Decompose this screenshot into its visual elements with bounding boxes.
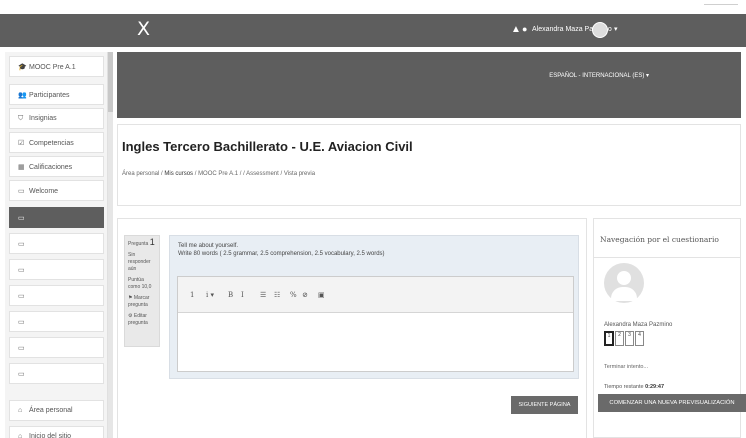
sidebar-item[interactable]: ⌂ Área personal	[9, 400, 104, 421]
site-brand[interactable]: X	[137, 18, 150, 40]
answer-editor[interactable]: 1 i ▾ B I ☰ ☷% ⊘ ▣	[177, 276, 574, 372]
sidebar-item[interactable]: ⛉ Insignias	[9, 108, 104, 129]
question-status: Sin responder aún	[128, 252, 151, 272]
folder-icon: ▭	[18, 319, 25, 326]
scrollbar-thumb[interactable]	[108, 52, 113, 112]
sidebar-item[interactable]: ▦ Calificaciones	[9, 156, 104, 177]
question-nav-button[interactable]: 3	[625, 331, 634, 346]
sidebar-item-label: Calificaciones	[29, 164, 73, 171]
numbered-list-icon[interactable]: ☷	[274, 288, 280, 302]
sidebar-item[interactable]: 🎓 MOOC Pre A.1	[9, 56, 104, 77]
unlink-icon[interactable]: ⊘	[302, 288, 308, 302]
page-header: Ingles Tercero Bachillerato - U.E. Aviac…	[117, 124, 741, 206]
timer-label: Tiempo restante	[604, 384, 644, 390]
bullet-list-icon[interactable]: ☰	[260, 288, 266, 302]
chat-icon[interactable]: ●	[522, 24, 527, 34]
course-banner: ESPAÑOL - INTERNACIONAL (ES) ▾	[117, 52, 741, 118]
flag-question-link[interactable]: ⚑ Marcar pregunta	[128, 295, 156, 309]
sidebar-item[interactable]: ☑ Competencias	[9, 132, 104, 153]
sidebar-item[interactable]: ▭	[9, 207, 104, 228]
folder-icon: ▭	[18, 371, 25, 378]
question-nav-button[interactable]: 2	[615, 331, 624, 346]
sidebar-item-label: Inicio del sitio	[29, 433, 72, 438]
sidebar-item[interactable]: ▭	[9, 233, 104, 254]
user-picture	[604, 263, 644, 303]
page-title: Ingles Tercero Bachillerato - U.E. Aviac…	[122, 139, 413, 154]
paragraph-icon[interactable]: 1	[190, 288, 194, 302]
quiz-area: Pregunta 1 Sin responder aún Puntúa como…	[117, 218, 587, 438]
sidebar-item-label: MOOC Pre A.1	[29, 64, 76, 71]
folder-icon: ▭	[18, 345, 25, 352]
check-square-icon: ☑	[18, 140, 25, 147]
divider	[594, 257, 740, 258]
sidebar-item-label: Área personal	[29, 407, 73, 414]
sidebar-item[interactable]: ▭	[9, 311, 104, 332]
chevron-down-icon[interactable]: ▾	[614, 25, 618, 33]
sidebar-item[interactable]: ▭	[9, 337, 104, 358]
info-icon[interactable]: i ▾	[206, 288, 214, 302]
editor-toolbar: 1 i ▾ B I ☰ ☷% ⊘ ▣	[178, 277, 573, 313]
finish-attempt-link[interactable]: Terminar intento...	[604, 364, 648, 370]
question-content: Tell me about yourself. Write 80 words (…	[169, 235, 579, 379]
window-edge-line	[704, 4, 738, 5]
sidebar-item[interactable]: ▭	[9, 259, 104, 280]
question-number: 1	[149, 237, 155, 247]
bold-icon[interactable]: B	[228, 288, 233, 302]
bell-icon[interactable]: ▲	[511, 24, 521, 35]
sidebar-item[interactable]: ▭	[9, 363, 104, 384]
breadcrumb-item[interactable]: Área personal	[122, 171, 159, 177]
folder-icon: ▭	[18, 241, 25, 248]
top-navbar: X ▲ ● Alexandra Maza Pazmino ▾	[0, 14, 746, 47]
breadcrumb-item[interactable]: Assessment	[246, 171, 279, 177]
sidebar-item-label: Insignias	[29, 115, 57, 122]
sidebar-item-label: Competencias	[29, 140, 74, 147]
link-icon[interactable]: %	[290, 288, 297, 302]
edit-question-link[interactable]: ⚙ Editar pregunta	[128, 313, 156, 327]
breadcrumb-item[interactable]: MOOC Pre A.1	[198, 171, 238, 177]
question-info: Pregunta 1 Sin responder aún Puntúa como…	[124, 235, 160, 347]
prompt-line: Tell me about yourself.	[178, 243, 239, 249]
sidebar-scrollbar[interactable]	[108, 52, 113, 438]
question-nav-button[interactable]: 1	[604, 331, 614, 346]
breadcrumb: Área personal / Mis cursos / MOOC Pre A.…	[122, 171, 315, 177]
question-marks: Puntúa como 10,0	[128, 277, 152, 290]
breadcrumb-item[interactable]: Mis cursos	[164, 171, 193, 177]
sidebar-item[interactable]: 👥 Participantes	[9, 84, 104, 105]
next-page-button[interactable]: SIGUIENTE PÁGINA	[511, 396, 578, 414]
sidebar: 🎓 MOOC Pre A.1 👥 Participantes ⛉ Insignias ☑ Co…	[5, 52, 108, 438]
graduation-cap-icon: 🎓	[18, 64, 27, 71]
sidebar-item-label: Participantes	[29, 92, 70, 99]
quiz-user-name[interactable]: Alexandra Maza Pazmino	[604, 322, 672, 328]
sidebar-item[interactable]: ▭	[9, 285, 104, 306]
image-icon[interactable]: ▣	[318, 288, 325, 302]
italic-icon[interactable]: I	[241, 288, 244, 302]
sidebar-item[interactable]: ⌂ Inicio del sitio	[9, 426, 104, 438]
shield-icon: ⛉	[18, 115, 24, 122]
grid-icon: ▦	[18, 164, 25, 171]
folder-icon: ▭	[18, 215, 25, 222]
question-label: Pregunta	[128, 241, 149, 247]
dashboard-icon: ⌂	[18, 407, 23, 414]
new-preview-button[interactable]: COMENZAR UNA NUEVA PREVISUALIZACIÓN	[598, 394, 746, 412]
question-prompt: Tell me about yourself. Write 80 words (…	[178, 242, 385, 258]
sidebar-item-label: Welcome	[29, 188, 59, 195]
folder-icon: ▭	[18, 188, 25, 195]
folder-icon: ▭	[18, 267, 25, 274]
quiz-nav-title: Navegación por el cuestionario	[600, 235, 719, 244]
breadcrumb-item[interactable]: Vista previa	[284, 171, 315, 177]
prompt-line: Write 80 words ( 2.5 grammar, 2.5 compre…	[178, 251, 385, 257]
language-selector[interactable]: ESPAÑOL - INTERNACIONAL (ES) ▾	[549, 72, 649, 79]
question-nav-button[interactable]: 4	[635, 331, 644, 346]
home-icon: ⌂	[18, 433, 23, 438]
folder-icon: ▭	[18, 293, 25, 300]
question-buttons: 1234	[604, 331, 645, 349]
sidebar-item[interactable]: ▭ Welcome	[9, 180, 104, 201]
avatar[interactable]	[592, 22, 608, 38]
timer: Tiempo restante 0:29:47	[604, 384, 664, 390]
timer-value: 0:29:47	[645, 384, 665, 390]
answer-textarea[interactable]	[178, 314, 573, 372]
users-icon: 👥	[18, 92, 27, 99]
